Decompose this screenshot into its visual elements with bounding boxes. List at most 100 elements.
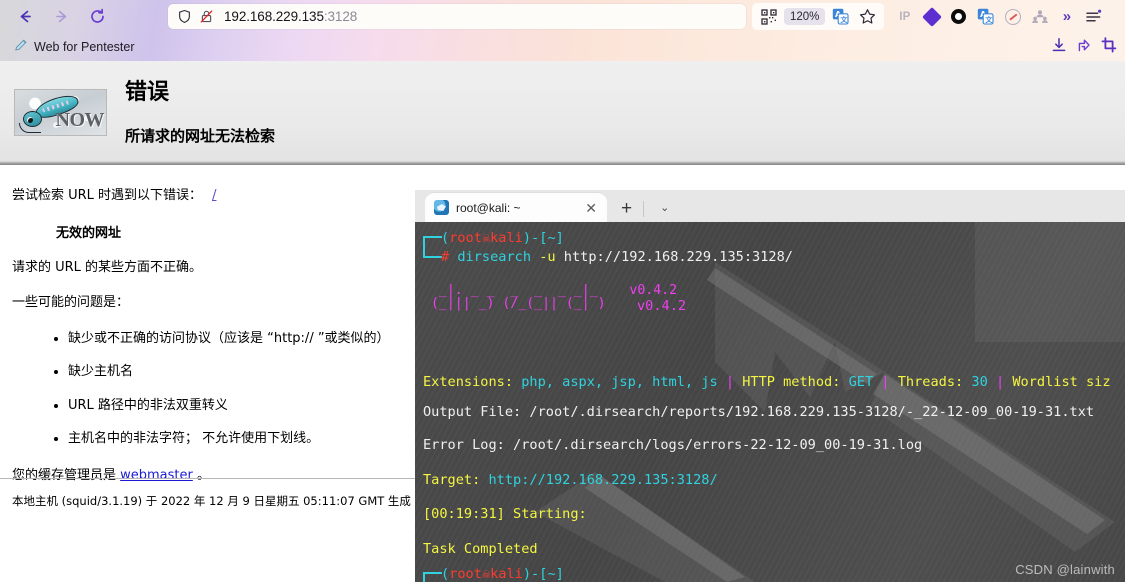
- prompt-cwd-2: ~: [547, 566, 556, 582]
- intro-url: /: [212, 188, 217, 203]
- prompt-corner-glyph-2: [423, 572, 442, 582]
- screenshot-root: 192.168.229.135:3128 120% 文 IP 文 » Web f…: [0, 0, 1125, 582]
- kali-icon: [434, 200, 449, 215]
- error-log-text: Error Log: /root/.dirsearch/logs/errors-…: [423, 437, 923, 454]
- terminal-body[interactable]: (root☠kali)-[~] # dirsearch -u http://19…: [415, 222, 1125, 582]
- bookmarks-bar: Web for Pentester: [0, 33, 1125, 61]
- pencil-icon: [14, 38, 28, 57]
- prompt-host: kali: [490, 230, 523, 246]
- bookmark-label: Web for Pentester: [34, 40, 135, 54]
- task-completed-text: Task Completed: [423, 541, 538, 558]
- browser-chrome: 192.168.229.135:3128 120% 文 IP 文 » Web f…: [0, 0, 1125, 61]
- url-host: 192.168.229.135: [224, 9, 324, 24]
- new-tab-button[interactable]: +: [621, 199, 632, 222]
- intro-text: 尝试检索 URL 时遇到以下错误：: [12, 188, 203, 203]
- prompt-close-paren-2: )-[: [522, 566, 548, 582]
- starting-text: [00:19:31] Starting:: [423, 506, 587, 523]
- pipe-3: |: [995, 374, 1005, 391]
- star-icon[interactable]: [854, 4, 881, 29]
- prompt-open-paren-2: (: [441, 566, 450, 582]
- ip-extension-button[interactable]: IP: [891, 4, 918, 29]
- svg-text:文: 文: [986, 15, 994, 24]
- forward-button[interactable]: [46, 4, 76, 30]
- lock-crossed-icon[interactable]: [199, 9, 214, 24]
- tab-divider: [643, 201, 645, 217]
- diamond-extension-icon[interactable]: [918, 4, 945, 29]
- prompt-cwd: ~: [547, 230, 556, 246]
- method-label: HTTP method:: [742, 374, 841, 391]
- zoom-level-badge[interactable]: 120%: [784, 8, 826, 25]
- chevron-down-icon[interactable]: ⌄: [660, 201, 669, 222]
- translate-icon[interactable]: A 文: [827, 4, 854, 29]
- terminal-prompt-line-1: (root☠kali)-[~] # dirsearch -u http://19…: [423, 230, 1125, 276]
- squid-header: NOW 错误 所请求的网址无法检索: [0, 61, 1125, 165]
- prompt-hash: #: [441, 249, 450, 265]
- download-icon[interactable]: [1051, 37, 1067, 58]
- webmaster-link[interactable]: webmaster: [120, 468, 193, 483]
- bookmark-web-for-pentester[interactable]: Web for Pentester: [9, 36, 140, 59]
- prompt-bracket: ]: [555, 230, 564, 246]
- people-extension-icon[interactable]: [1026, 4, 1053, 29]
- terminal-output: (root☠kali)-[~] # dirsearch -u http://19…: [415, 222, 1125, 582]
- prompt-command: # dirsearch -u http://192.168.229.135:31…: [441, 249, 793, 265]
- svg-text:文: 文: [841, 15, 849, 24]
- share-icon[interactable]: [1076, 37, 1092, 58]
- translate-extension-icon[interactable]: A 文: [972, 4, 999, 29]
- prompt-bracket-2: ]: [555, 566, 564, 582]
- pipe-1: |: [725, 374, 735, 391]
- squid-logo-text: NOW: [55, 109, 105, 131]
- hamburger-menu-icon[interactable]: [1080, 4, 1107, 29]
- extensions-label: Extensions:: [423, 374, 514, 391]
- ip-label: IP: [899, 10, 911, 23]
- admin-prefix: 您的缓存管理员是: [12, 467, 121, 483]
- url-text: 192.168.229.135:3128: [224, 9, 357, 24]
- terminal-line-extensions: Extensions: php, aspx, jsp, html, js | H…: [423, 369, 1125, 397]
- close-icon[interactable]: ✕: [582, 201, 600, 215]
- terminal-tab[interactable]: root@kali: ~ ✕: [425, 193, 607, 222]
- pipe-2: |: [881, 374, 890, 391]
- prompt-user-2: root: [449, 566, 482, 582]
- prompt-open-paren: (: [441, 230, 450, 246]
- terminal-line-error-log: Error Log: /root/.dirsearch/logs/errors-…: [423, 429, 1125, 463]
- output-file-text: Output File: /root/.dirsearch/reports/19…: [423, 404, 1095, 421]
- admin-suffix: 。: [192, 467, 211, 483]
- target-value: http://192.168.229.135:3128/: [488, 471, 718, 488]
- method-value: GET: [848, 374, 874, 391]
- squid-logo: NOW: [14, 89, 107, 136]
- squid-title-block: 错误 所请求的网址无法检索: [125, 79, 275, 146]
- back-button[interactable]: [10, 4, 40, 30]
- threads-value: 30: [971, 374, 988, 391]
- compass-extension-icon[interactable]: [999, 4, 1026, 29]
- qr-code-icon[interactable]: [755, 4, 782, 29]
- shield-icon[interactable]: [177, 9, 192, 24]
- address-bar[interactable]: 192.168.229.135:3128: [168, 4, 746, 29]
- page-footer: 本地主机 (squid/3.1.19) 于 2022 年 12 月 9 日星期五…: [12, 494, 411, 508]
- page-subtitle: 所请求的网址无法检索: [125, 126, 276, 145]
- prompt-head-2: (root☠kali)-[~]: [441, 566, 564, 582]
- prompt-user: root: [449, 230, 482, 246]
- toolbar-right: 120% A 文 IP: [752, 3, 1107, 30]
- extensions-value: php, aspx, jsp, html, js: [521, 374, 718, 391]
- screenshot-crop-icon[interactable]: [1101, 36, 1117, 58]
- prompt-close-paren: )-[: [522, 230, 548, 246]
- threads-label: Threads:: [897, 374, 964, 391]
- command-flag: -u: [539, 249, 556, 265]
- chevron-double-right-icon[interactable]: »: [1053, 4, 1080, 29]
- reload-button[interactable]: [82, 4, 112, 30]
- csdn-watermark: CSDN @lainwith: [1015, 562, 1115, 577]
- skull-icon-2: ☠: [481, 566, 491, 582]
- page-tools-group: [1051, 34, 1117, 60]
- toolbar-primary-group: 120% A 文: [752, 3, 885, 30]
- terminal-line-starting: [00:19:31] Starting:: [423, 498, 1125, 532]
- terminal-tab-title: root@kali: ~: [456, 200, 521, 215]
- terminal-line-output-file: Output File: /root/.dirsearch/reports/19…: [423, 397, 1125, 429]
- target-label: Target:: [423, 471, 481, 488]
- prompt-corner-glyph: [423, 236, 442, 258]
- skull-icon: ☠: [481, 230, 491, 246]
- dirsearch-version: v0.4.2: [637, 298, 687, 314]
- prompt-host-2: kali: [490, 566, 523, 582]
- circle-extension-icon[interactable]: [945, 4, 972, 29]
- command-name: dirsearch: [457, 249, 532, 265]
- terminal-window: root@kali: ~ ✕ + ⌄ (root☠kali)-[~] # dir…: [415, 190, 1125, 582]
- prompt-head: (root☠kali)-[~]: [441, 230, 564, 246]
